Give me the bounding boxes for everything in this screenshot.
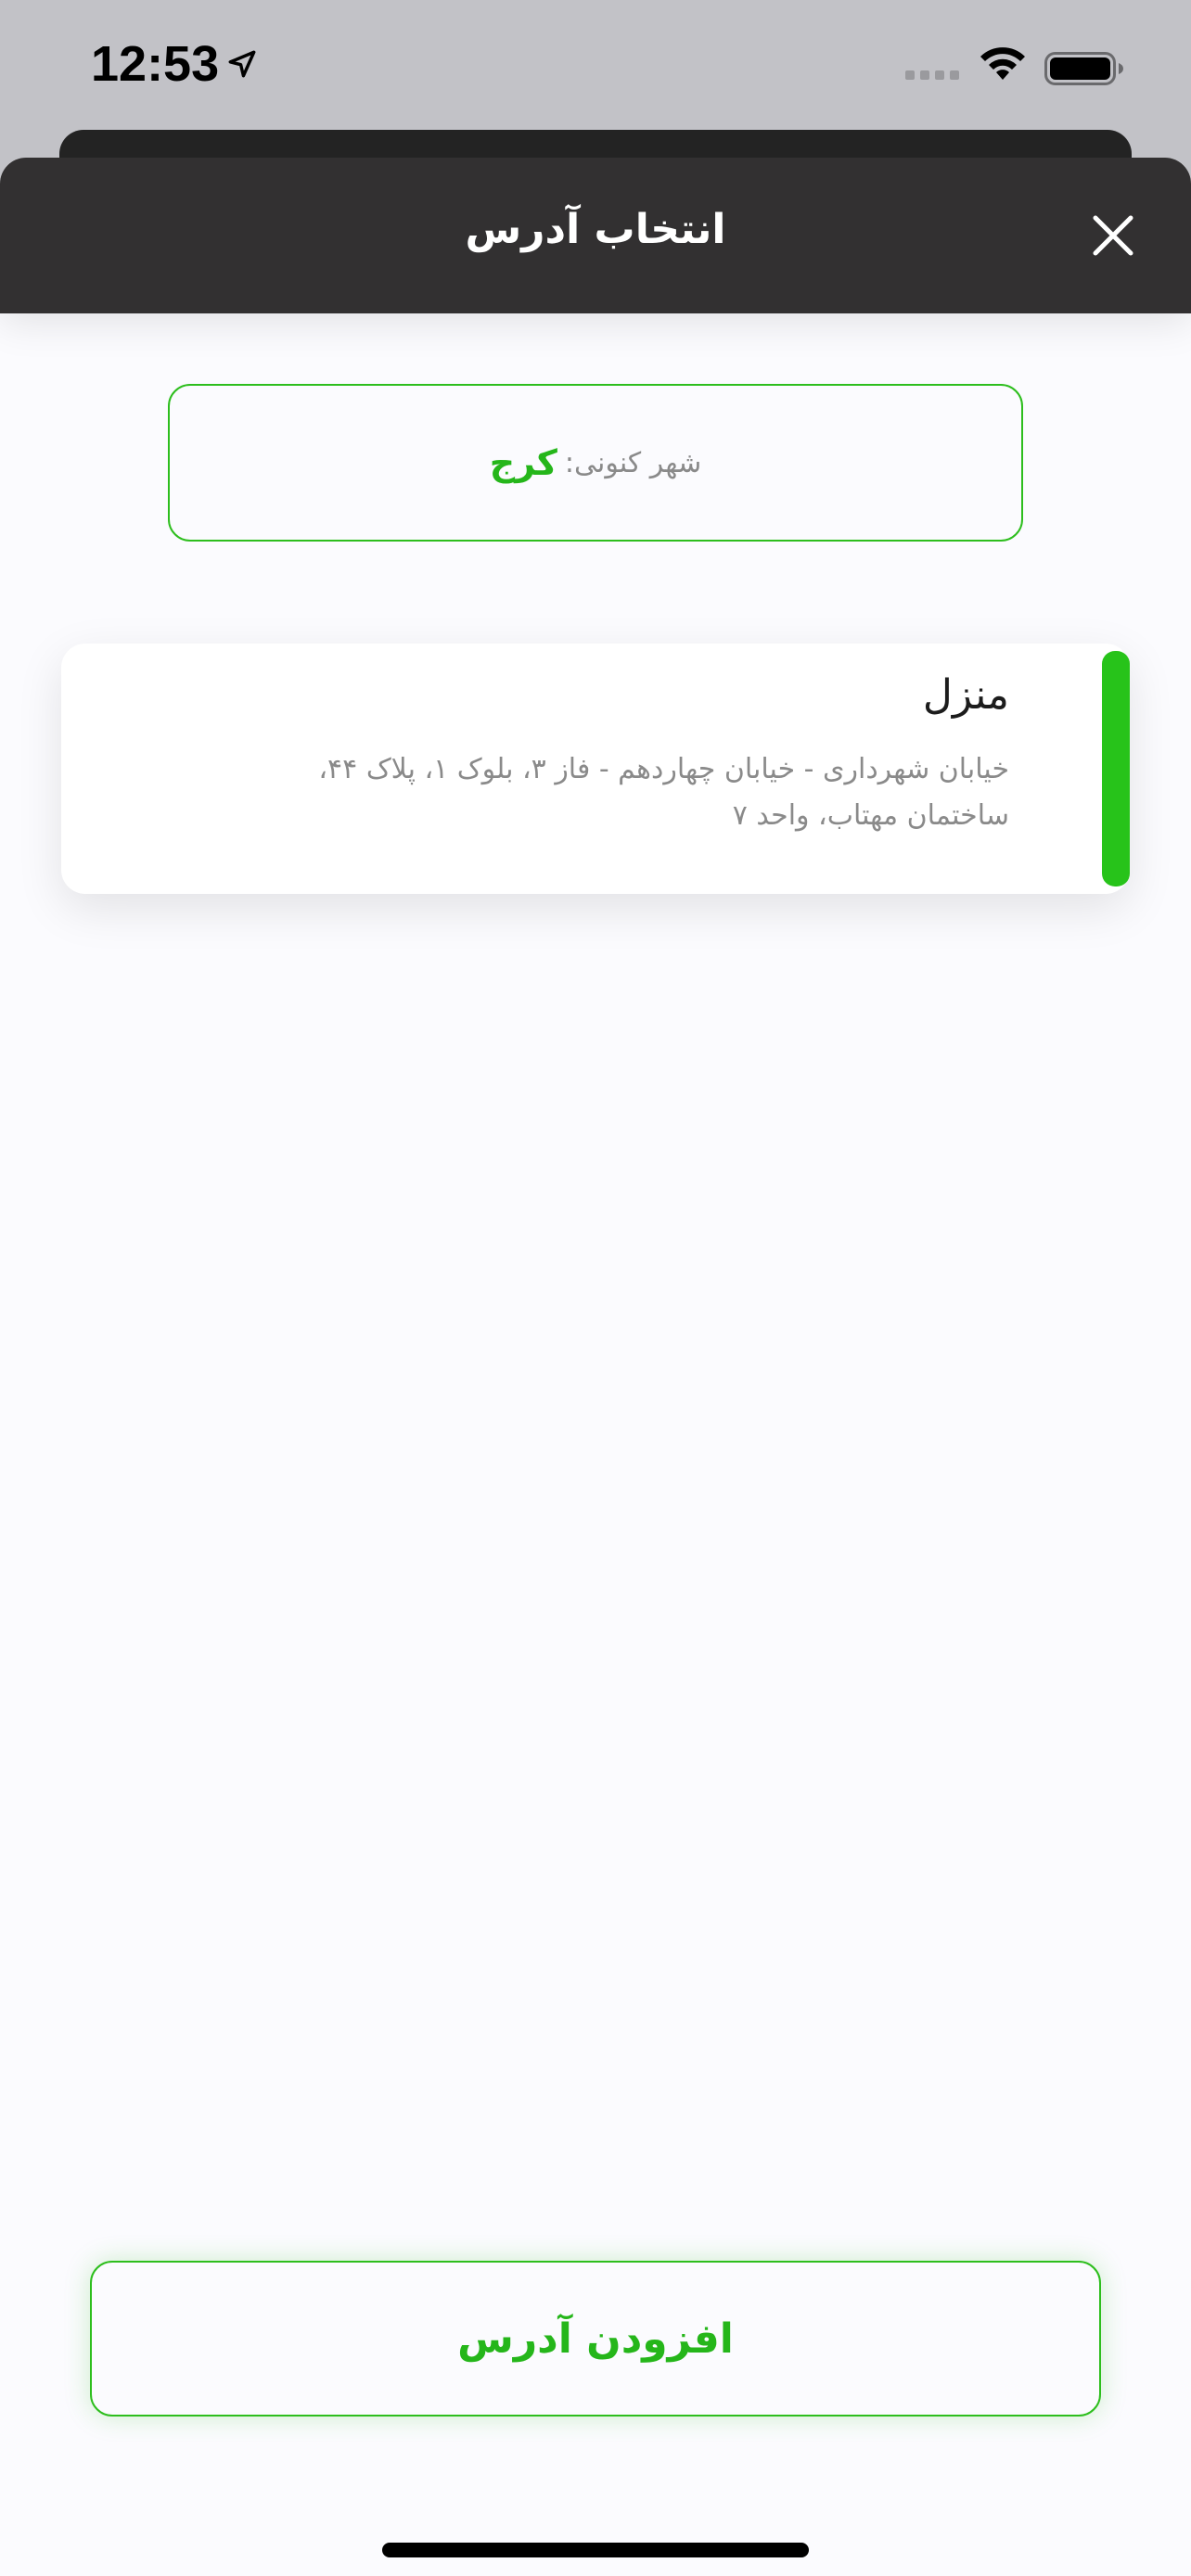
- location-arrow-icon: [228, 50, 256, 78]
- selected-indicator: [1102, 651, 1130, 886]
- address-line-1: خیابان شهرداری - خیابان چهاردهم - فاز ۳،…: [318, 753, 1009, 785]
- address-line-2: ساختمان مهتاب، واحد ۷: [732, 799, 1009, 832]
- current-city-label: شهر کنونی:: [564, 446, 702, 479]
- screen: 12:53 انتخاب آدرس شهر کنونی: کرج منزل خی…: [0, 0, 1191, 2576]
- battery-full-icon: [1044, 52, 1123, 85]
- page-title: انتخاب آدرس: [465, 206, 726, 253]
- close-button[interactable]: [1087, 210, 1139, 261]
- status-bar: 12:53: [0, 0, 1191, 139]
- current-city-box[interactable]: شهر کنونی: کرج: [168, 384, 1023, 542]
- address-card-home[interactable]: منزل خیابان شهرداری - خیابان چهاردهم - ف…: [61, 644, 1130, 894]
- home-indicator[interactable]: [382, 2543, 809, 2557]
- cellular-signal-icon: [905, 70, 959, 80]
- address-sheet: انتخاب آدرس شهر کنونی: کرج منزل خیابان ش…: [0, 158, 1191, 2576]
- add-address-button[interactable]: افزودن آدرس: [90, 2261, 1101, 2417]
- address-title: منزل: [922, 671, 1009, 719]
- status-time: 12:53: [91, 36, 220, 92]
- close-icon: [1093, 215, 1133, 256]
- sheet-header: انتخاب آدرس: [0, 158, 1191, 313]
- wifi-icon: [980, 47, 1025, 80]
- current-city-value: کرج: [489, 442, 557, 483]
